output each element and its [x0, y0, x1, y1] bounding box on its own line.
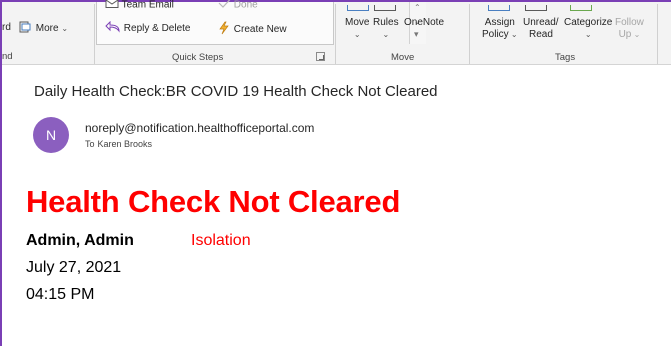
ribbon: rd nd More ⌄ Team Email Done Reply & Del [2, 0, 671, 65]
unread-read-label-line1: Unread/ [523, 17, 559, 28]
done-step[interactable]: Done [217, 0, 258, 11]
chevron-down-icon: ⌄ [382, 30, 390, 39]
onenote-label: OneNote [404, 17, 445, 28]
quick-steps-dialog-launcher[interactable] [316, 52, 325, 61]
to-label: To [85, 139, 95, 149]
ribbon-cut-text-bottom: nd [2, 51, 13, 62]
assign-policy-label-line1: Assign [484, 17, 515, 28]
rules-button[interactable]: Rules ⌄ [373, 17, 399, 40]
unread-read-label-line2: Read [529, 29, 553, 40]
done-label: Done [233, 0, 258, 11]
chevron-down-icon: ⌄ [61, 24, 69, 34]
chevron-down-icon: ⌄ [631, 30, 641, 39]
headline: Health Check Not Cleared [26, 184, 401, 219]
rules-icon [374, 5, 396, 11]
status-label: Isolation [191, 232, 251, 249]
move-icon [347, 5, 369, 11]
avatar-initial: N [45, 127, 57, 143]
avatar[interactable]: N [33, 117, 69, 153]
follow-up-label-line1: Follow [615, 17, 644, 28]
tags-group-label: Tags [555, 52, 576, 63]
chevron-down-icon: ⌄ [584, 30, 592, 39]
categorize-icon [570, 5, 592, 11]
ribbon-separator [335, 4, 336, 64]
assign-policy-button[interactable]: Assign Policy ⌄ [482, 17, 518, 41]
reply-delete-icon [105, 20, 121, 36]
ribbon-separator [469, 4, 470, 64]
chevron-down-icon: ⌄ [508, 30, 518, 39]
more-icon [19, 21, 33, 36]
move-label: Move [345, 17, 370, 28]
rules-label: Rules [373, 17, 399, 28]
categorize-label: Categorize [564, 17, 613, 28]
ribbon-cut-text-top: rd [2, 22, 11, 33]
reply-delete-label: Reply & Delete [123, 23, 191, 35]
done-icon [217, 0, 231, 11]
sender-address[interactable]: noreply@notification.healthofficeportal.… [85, 121, 314, 135]
team-email-label: Team Email [121, 0, 174, 11]
quick-steps-group-label: Quick Steps [172, 52, 224, 63]
team-email-step[interactable]: Team Email [105, 0, 174, 11]
move-button[interactable]: Move ⌄ [345, 17, 369, 40]
create-new-icon [217, 21, 231, 38]
chevron-down-icon: ⌄ [353, 30, 361, 39]
quick-steps-gallery[interactable]: Team Email Done Reply & Delete Create Ne… [96, 0, 426, 45]
unread-read-button[interactable]: Unread/ Read [523, 17, 559, 41]
onenote-button[interactable]: OneNote [404, 17, 444, 29]
ribbon-separator [94, 4, 95, 64]
gallery-more-icon: ▾ [414, 29, 419, 39]
message-time: 04:15 PM [26, 286, 95, 303]
recipient-line: To Karen Brooks [85, 139, 152, 149]
create-new-step[interactable]: Create New [217, 21, 287, 38]
unread-read-icon [525, 5, 547, 11]
more-label: More [35, 23, 59, 35]
assign-policy-label-line2: Policy [482, 29, 509, 40]
person-name: Admin, Admin [26, 232, 134, 249]
team-email-icon [105, 0, 119, 11]
message-date: July 27, 2021 [26, 259, 122, 276]
reply-delete-step[interactable]: Reply & Delete [105, 20, 191, 36]
categorize-button[interactable]: Categorize ⌄ [564, 17, 612, 40]
recipient-name[interactable]: Karen Brooks [98, 139, 153, 149]
message-subject: Daily Health Check:BR COVID 19 Health Ch… [34, 83, 438, 100]
assign-policy-icon [488, 5, 510, 11]
more-button[interactable]: More ⌄ [19, 21, 68, 36]
scroll-up-icon: ⌃ [414, 3, 421, 12]
follow-up-label-line2: Up [618, 29, 632, 40]
move-group-label: Move [391, 52, 415, 63]
create-new-label: Create New [233, 24, 287, 36]
follow-up-button[interactable]: Follow Up ⌄ [615, 17, 644, 41]
ribbon-separator [657, 4, 658, 64]
